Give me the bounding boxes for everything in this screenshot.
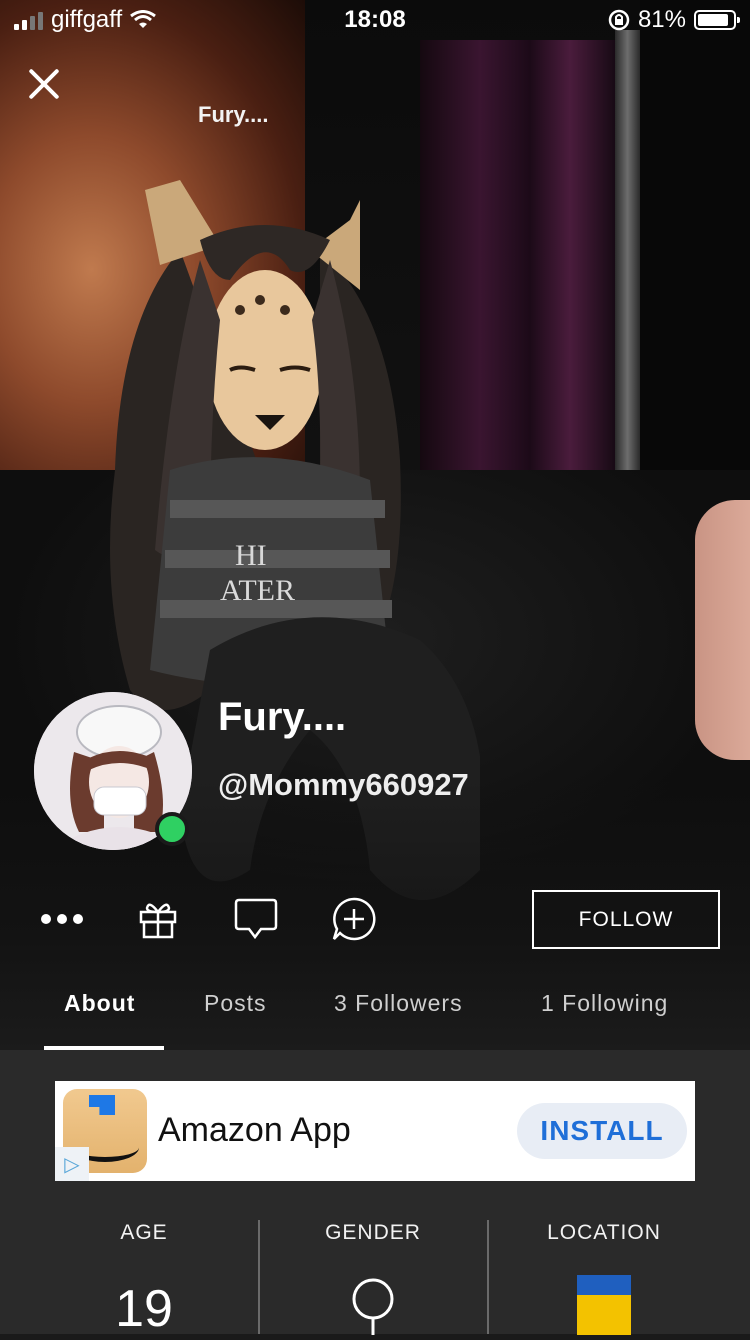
online-status-indicator bbox=[155, 812, 189, 846]
add-chat-icon[interactable] bbox=[326, 888, 382, 950]
rotation-lock-icon bbox=[608, 9, 630, 31]
stat-age: AGE 19 bbox=[24, 1205, 264, 1339]
ad-choices-icon[interactable]: ▷ bbox=[55, 1147, 89, 1181]
tab-about[interactable]: About bbox=[64, 990, 135, 1017]
cover-scene-figure-edge bbox=[695, 500, 750, 760]
svg-text:HI: HI bbox=[235, 539, 267, 572]
gift-icon[interactable] bbox=[132, 888, 184, 950]
female-icon bbox=[352, 1278, 394, 1335]
ad-banner[interactable]: ▷ Amazon App INSTALL bbox=[55, 1081, 695, 1181]
message-icon[interactable] bbox=[228, 888, 284, 950]
stat-location-label: LOCATION bbox=[547, 1221, 661, 1244]
stat-divider bbox=[258, 1220, 260, 1334]
stat-gender: GENDER bbox=[253, 1205, 493, 1340]
profile-username: @Mommy660927 bbox=[218, 767, 469, 802]
status-bar: giffgaff 18:08 81% bbox=[0, 0, 750, 40]
stat-divider bbox=[487, 1220, 489, 1334]
active-tab-indicator bbox=[44, 1046, 164, 1050]
stat-location: LOCATION bbox=[484, 1205, 724, 1340]
profile-tabs: About Posts 3 Followers 1 Following bbox=[0, 980, 750, 1050]
stats-row: AGE 19 GENDER LOCATION bbox=[0, 1205, 750, 1338]
stat-gender-label: GENDER bbox=[325, 1221, 421, 1244]
svg-text:ATER: ATER bbox=[220, 574, 295, 607]
battery-icon bbox=[694, 10, 740, 30]
cover-scene-wall bbox=[640, 0, 750, 480]
ad-app-name: Amazon App bbox=[158, 1111, 351, 1149]
battery-percent: 81% bbox=[637, 6, 686, 33]
tab-following[interactable]: 1 Following bbox=[541, 990, 668, 1017]
profile-display-name: Fury.... bbox=[218, 695, 347, 739]
tab-posts[interactable]: Posts bbox=[204, 990, 267, 1017]
close-icon[interactable] bbox=[26, 66, 62, 102]
header-title: Fury.... bbox=[198, 102, 269, 127]
follow-button[interactable]: FOLLOW bbox=[532, 890, 720, 949]
install-button[interactable]: INSTALL bbox=[517, 1103, 687, 1159]
tab-followers[interactable]: 3 Followers bbox=[334, 990, 463, 1017]
cover-scene-pillar bbox=[615, 30, 640, 470]
ukraine-flag-icon bbox=[577, 1275, 631, 1335]
status-right: 81% bbox=[608, 6, 740, 34]
stat-age-label: AGE bbox=[120, 1221, 168, 1244]
more-options-icon[interactable] bbox=[32, 888, 92, 950]
stat-age-value: 19 bbox=[115, 1280, 173, 1338]
